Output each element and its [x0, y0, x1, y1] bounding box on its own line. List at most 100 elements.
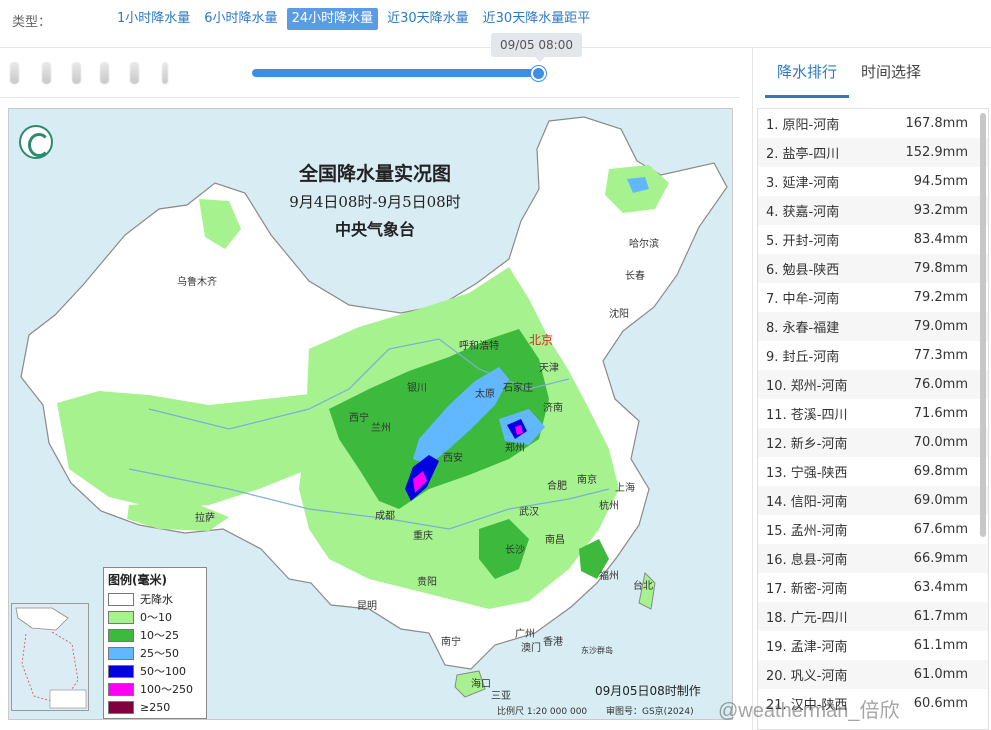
ranking-row[interactable]: 17. 新密-河南 63.4mm — [758, 573, 988, 602]
city-label: 海口 — [471, 679, 491, 690]
legend-swatch — [108, 610, 134, 624]
type-tab-1h[interactable]: 1小时降水量 — [112, 8, 195, 30]
ranking-value: 79.8mm — [913, 261, 968, 276]
ranking-row[interactable]: 12. 新乡-河南 70.0mm — [758, 428, 988, 457]
timeline-handle[interactable] — [531, 66, 546, 81]
ranking-row[interactable]: 3. 延津-河南 94.5mm — [758, 167, 988, 196]
ranking-value: 83.4mm — [913, 232, 968, 247]
ranking-value: 69.8mm — [913, 464, 968, 479]
type-tab-30d-anomaly[interactable]: 近30天降水量距平 — [478, 8, 596, 30]
legend-swatch — [108, 664, 134, 678]
ranking-place: 9. 封丘-河南 — [766, 350, 840, 365]
ranking-row[interactable]: 2. 盐亭-四川 152.9mm — [758, 138, 988, 167]
type-tab-30d[interactable]: 近30天降水量 — [382, 8, 474, 30]
ranking-row[interactable]: 11. 苍溪-四川 71.6mm — [758, 399, 988, 428]
ranking-value: 71.6mm — [913, 406, 968, 421]
city-label: 三亚 — [491, 691, 511, 702]
ranking-place: 19. 孟津-河南 — [766, 640, 848, 655]
type-tab-6h[interactable]: 6小时降水量 — [199, 8, 282, 30]
legend-item: 100～250 — [108, 680, 202, 698]
legend-item: 50～100 — [108, 662, 202, 680]
ranking-place: 12. 新乡-河南 — [766, 437, 848, 452]
city-label: 南昌 — [545, 535, 565, 546]
legend-label: ≥250 — [140, 700, 171, 714]
ranking-place: 11. 苍溪-四川 — [766, 408, 848, 423]
city-label: 重庆 — [413, 531, 433, 542]
ranking-place: 20. 巩义-河南 — [766, 669, 848, 684]
ranking-value: 79.2mm — [913, 290, 968, 305]
city-label: 郑州 — [505, 443, 525, 454]
panel-tabs: 降水排行 时间选择 — [765, 58, 933, 98]
legend-item: 0～10 — [108, 608, 202, 626]
ranking-row[interactable]: 13. 宁强-陕西 69.8mm — [758, 457, 988, 486]
ranking-place: 6. 勉县-陕西 — [766, 263, 840, 278]
type-tab-24h[interactable]: 24小时降水量 — [286, 8, 379, 30]
ranking-row[interactable]: 19. 孟津-河南 61.1mm — [758, 631, 988, 660]
ranking-value: 61.1mm — [913, 638, 968, 653]
map-period: 9月4日08时-9月5日08时 — [289, 193, 461, 211]
ranking-value: 79.0mm — [913, 319, 968, 334]
ranking-row[interactable]: 20. 巩义-河南 61.0mm — [758, 660, 988, 689]
city-label: 西安 — [443, 453, 463, 464]
ranking-place: 13. 宁强-陕西 — [766, 466, 848, 481]
ranking-value: 70.0mm — [913, 435, 968, 450]
ranking-row[interactable]: 15. 孟州-河南 67.6mm — [758, 515, 988, 544]
legend-label: 0～10 — [140, 611, 172, 624]
ranking-place: 15. 孟州-河南 — [766, 524, 848, 539]
ranking-value: 67.6mm — [913, 522, 968, 537]
ranking-place: 14. 信阳-河南 — [766, 495, 848, 510]
ranking-row[interactable]: 9. 封丘-河南 77.3mm — [758, 341, 988, 370]
ranking-place: 10. 郑州-河南 — [766, 379, 848, 394]
ranking-row[interactable]: 14. 信阳-河南 69.0mm — [758, 486, 988, 515]
legend-item: 10～25 — [108, 626, 202, 644]
legend-label: 10～25 — [140, 629, 179, 642]
legend-label: 无降水 — [140, 593, 173, 606]
city-label: 乌鲁木齐 — [177, 277, 217, 288]
timeline-ticks[interactable] — [10, 62, 180, 84]
ranking-place: 4. 获嘉-河南 — [766, 205, 840, 220]
legend-label: 100～250 — [140, 683, 193, 696]
ranking-value: 60.6mm — [913, 696, 968, 711]
ranking-row[interactable]: 6. 勉县-陕西 79.8mm — [758, 254, 988, 283]
timeline-track[interactable] — [252, 69, 542, 77]
city-label: 长沙 — [505, 545, 525, 556]
type-label: 类型： — [12, 15, 52, 30]
city-label: 武汉 — [519, 507, 539, 518]
ranking-value: 77.3mm — [913, 348, 968, 363]
city-label: 天津 — [539, 363, 559, 374]
ranking-row[interactable]: 16. 息县-河南 66.9mm — [758, 544, 988, 573]
ranking-value: 63.4mm — [913, 580, 968, 595]
city-label: 呼和浩特 — [459, 341, 499, 352]
ranking-place: 2. 盐亭-四川 — [766, 147, 840, 162]
tab-rain-ranking[interactable]: 降水排行 — [765, 58, 850, 98]
ranking-list[interactable]: 1. 原阳-河南 167.8mm 2. 盐亭-四川 152.9mm 3. 延津-河南 94… — [757, 108, 989, 730]
ranking-value: 93.2mm — [913, 203, 968, 218]
ranking-place: 1. 原阳-河南 — [766, 118, 840, 133]
cma-logo — [19, 125, 53, 159]
city-label: 昆明 — [357, 601, 377, 612]
legend-item: 无降水 — [108, 590, 202, 608]
ranking-value: 167.8mm — [905, 116, 968, 131]
city-label: 长春 — [625, 271, 645, 282]
ranking-place: 18. 广元-四川 — [766, 611, 848, 626]
ranking-row[interactable]: 18. 广元-四川 61.7mm — [758, 602, 988, 631]
ranking-place: 5. 开封-河南 — [766, 234, 840, 249]
city-label: 兰州 — [371, 423, 391, 434]
ranking-row[interactable]: 1. 原阳-河南 167.8mm — [758, 109, 988, 138]
city-label-capital: 北京 — [529, 333, 554, 347]
ranking-row[interactable]: 5. 开封-河南 83.4mm — [758, 225, 988, 254]
ranking-row[interactable]: 8. 永春-福建 79.0mm — [758, 312, 988, 341]
ranking-row[interactable]: 7. 中牟-河南 79.2mm — [758, 283, 988, 312]
ranking-scrollbar[interactable] — [980, 113, 986, 537]
ranking-value: 61.0mm — [913, 667, 968, 682]
side-panel: 降水排行 时间选择 1. 原阳-河南 167.8mm 2. 盐亭-四川 152.9mm… — [752, 48, 991, 730]
south-china-sea-inset — [11, 603, 89, 711]
tab-time-select[interactable]: 时间选择 — [849, 58, 933, 98]
ranking-value: 69.0mm — [913, 493, 968, 508]
ranking-value: 94.5mm — [913, 174, 968, 189]
ranking-row[interactable]: 4. 获嘉-河南 93.2mm — [758, 196, 988, 225]
ranking-row[interactable]: 10. 郑州-河南 76.0mm — [758, 370, 988, 399]
map-scale: 比例尺 1:20 000 000 — [497, 707, 588, 717]
ranking-place: 16. 息县-河南 — [766, 553, 848, 568]
city-label: 哈尔滨 — [629, 239, 659, 250]
